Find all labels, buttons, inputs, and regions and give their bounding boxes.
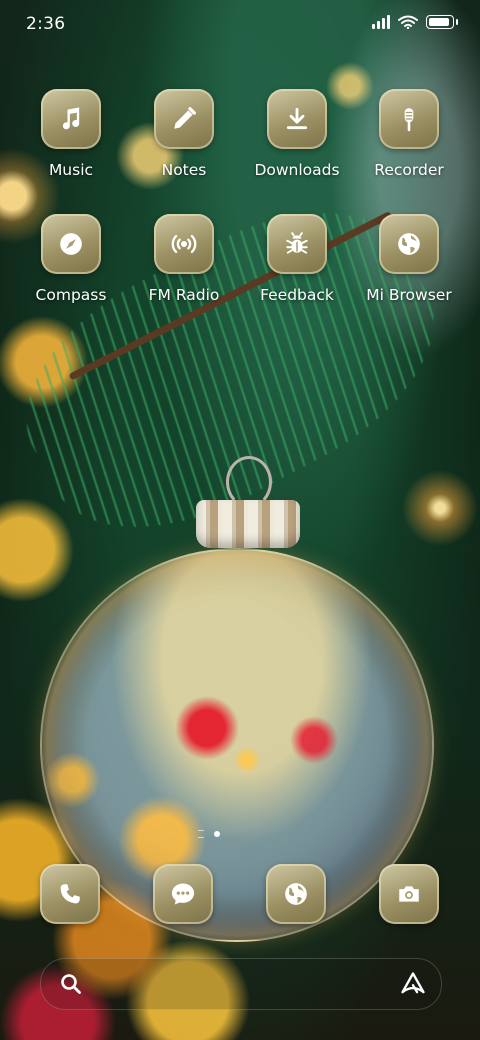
radio-broadcast-icon [168,228,200,260]
app-notes[interactable]: Notes [129,89,239,179]
app-recorder[interactable]: Recorder [354,89,464,179]
pencil-icon [168,103,200,135]
search-bar[interactable] [40,958,442,1010]
app-music[interactable]: Music [16,89,126,179]
status-icons [372,15,458,29]
dock-messaging[interactable] [153,864,213,924]
app-label: Mi Browser [366,286,452,304]
signal-icon [372,15,390,29]
ornament-cap [196,500,300,548]
downloads-app-icon-tile[interactable] [267,89,327,149]
recorder-app-icon-tile[interactable] [379,89,439,149]
microphone-icon [393,103,425,135]
bug-icon [281,228,313,260]
mi-browser-app-icon-tile[interactable] [379,214,439,274]
camera-icon [393,878,425,910]
download-icon [281,103,313,135]
app-label: Compass [35,286,107,304]
message-bubble-icon [167,878,199,910]
feedback-app-icon-tile[interactable] [267,214,327,274]
compass-icon [55,228,87,260]
app-label: Downloads [254,161,340,179]
assistant-icon[interactable] [399,970,427,1002]
app-label: Recorder [374,161,444,179]
dock-browser[interactable] [266,864,326,924]
fm-radio-app-icon-tile[interactable] [154,214,214,274]
app-label: Music [48,161,94,179]
globe-icon [280,878,312,910]
dock-camera[interactable] [379,864,439,924]
app-downloads[interactable]: Downloads [242,89,352,179]
dock-phone[interactable] [40,864,100,924]
status-time: 2:36 [26,14,66,34]
app-label: Notes [161,161,207,179]
wifi-icon [398,15,418,29]
notes-app-icon-tile[interactable] [154,89,214,149]
globe-icon [393,228,425,260]
phone-icon [54,878,86,910]
app-fm-radio[interactable]: FM Radio [129,214,239,304]
compass-app-icon-tile[interactable] [41,214,101,274]
music-app-icon-tile[interactable] [41,89,101,149]
app-feedback[interactable]: Feedback [242,214,352,304]
battery-icon [426,15,458,29]
status-bar: 2:36 [0,0,480,50]
app-label: Feedback [260,286,334,304]
music-note-icon [55,103,87,135]
page-indicator[interactable] [198,830,220,838]
search-icon[interactable] [59,972,83,1000]
app-label: FM Radio [148,286,220,304]
app-mi-browser[interactable]: Mi Browser [354,214,464,304]
page-indicator-dot [214,831,220,837]
page-indicator-list [198,830,204,838]
app-compass[interactable]: Compass [16,214,126,304]
